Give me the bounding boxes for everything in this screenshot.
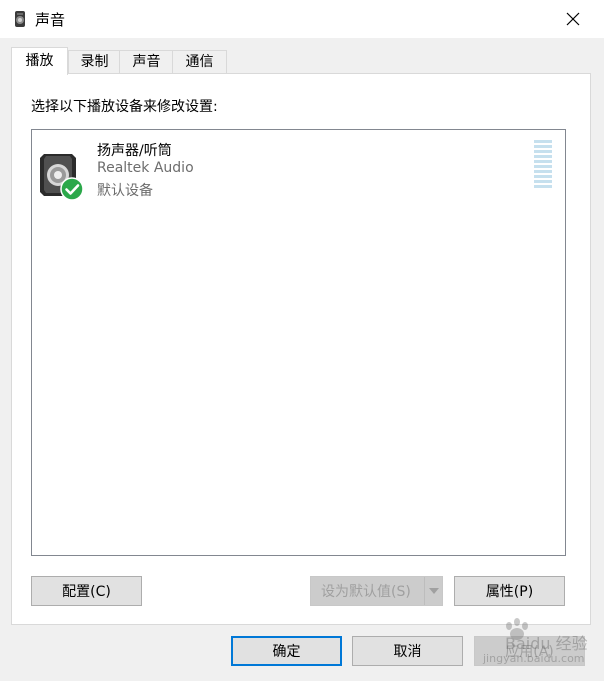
cancel-button[interactable]: 取消 bbox=[352, 636, 463, 666]
device-name: 扬声器/听筒 bbox=[97, 143, 172, 159]
set-default-dropdown[interactable] bbox=[424, 577, 443, 605]
close-icon bbox=[566, 12, 580, 26]
sound-app-icon bbox=[12, 10, 28, 28]
tab-sounds[interactable]: 声音 bbox=[119, 50, 174, 74]
window-title: 声音 bbox=[35, 11, 66, 29]
tab-playback[interactable]: 播放 bbox=[11, 47, 68, 75]
tab-recording[interactable]: 录制 bbox=[68, 50, 121, 74]
apply-button[interactable]: 应用(A) bbox=[474, 636, 585, 666]
device-list[interactable]: 扬声器/听筒 Realtek Audio 默认设备 bbox=[31, 129, 566, 556]
tab-communications[interactable]: 通信 bbox=[172, 50, 227, 74]
instruction-text: 选择以下播放设备来修改设置: bbox=[31, 99, 218, 115]
device-status: 默认设备 bbox=[97, 183, 153, 199]
list-item[interactable]: 扬声器/听筒 Realtek Audio 默认设备 bbox=[38, 138, 558, 208]
chevron-down-icon bbox=[429, 588, 439, 594]
device-driver: Realtek Audio bbox=[97, 160, 194, 176]
close-button[interactable] bbox=[556, 4, 590, 34]
title-bar: 声音 bbox=[0, 0, 604, 38]
default-check-icon bbox=[60, 177, 84, 201]
ok-button[interactable]: 确定 bbox=[231, 636, 342, 666]
set-default-button[interactable]: 设为默认值(S) bbox=[310, 576, 443, 606]
configure-button[interactable]: 配置(C) bbox=[31, 576, 142, 606]
volume-level-meter bbox=[534, 140, 552, 192]
tab-panel: 选择以下播放设备来修改设置: 扬声器/听筒 Realtek Audio 默认设备… bbox=[11, 73, 591, 625]
properties-button[interactable]: 属性(P) bbox=[454, 576, 565, 606]
set-default-label: 设为默认值(S) bbox=[321, 584, 411, 600]
speaker-icon bbox=[38, 150, 86, 202]
